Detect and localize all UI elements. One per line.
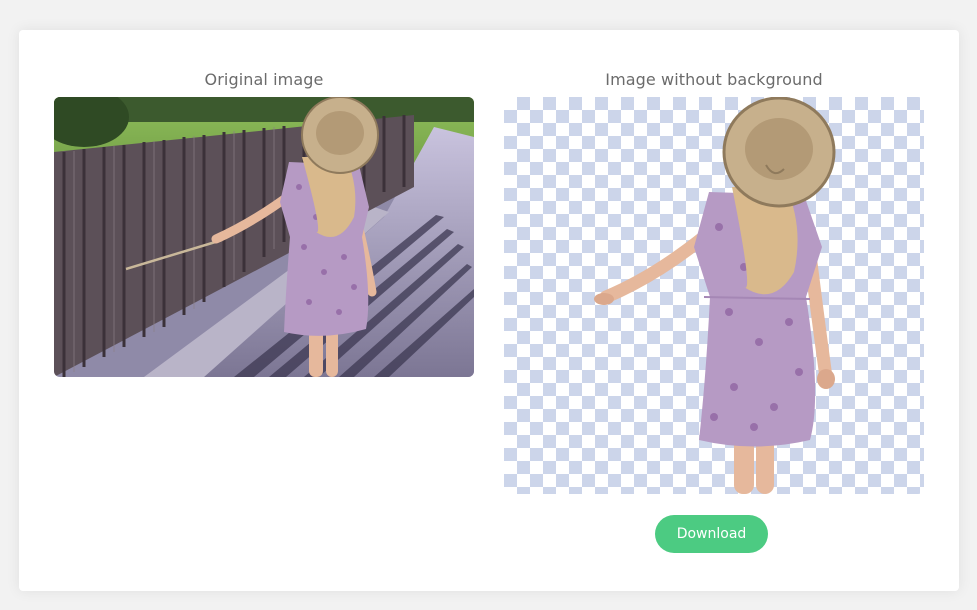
download-button[interactable]: Download — [655, 515, 768, 553]
cutout-figure — [594, 97, 836, 494]
result-image-title: Image without background — [605, 70, 823, 89]
original-image — [54, 97, 474, 377]
result-card: Original image Image without background — [19, 30, 959, 591]
original-photo — [54, 97, 474, 377]
original-image-title: Original image — [204, 70, 324, 89]
result-image — [504, 97, 924, 494]
